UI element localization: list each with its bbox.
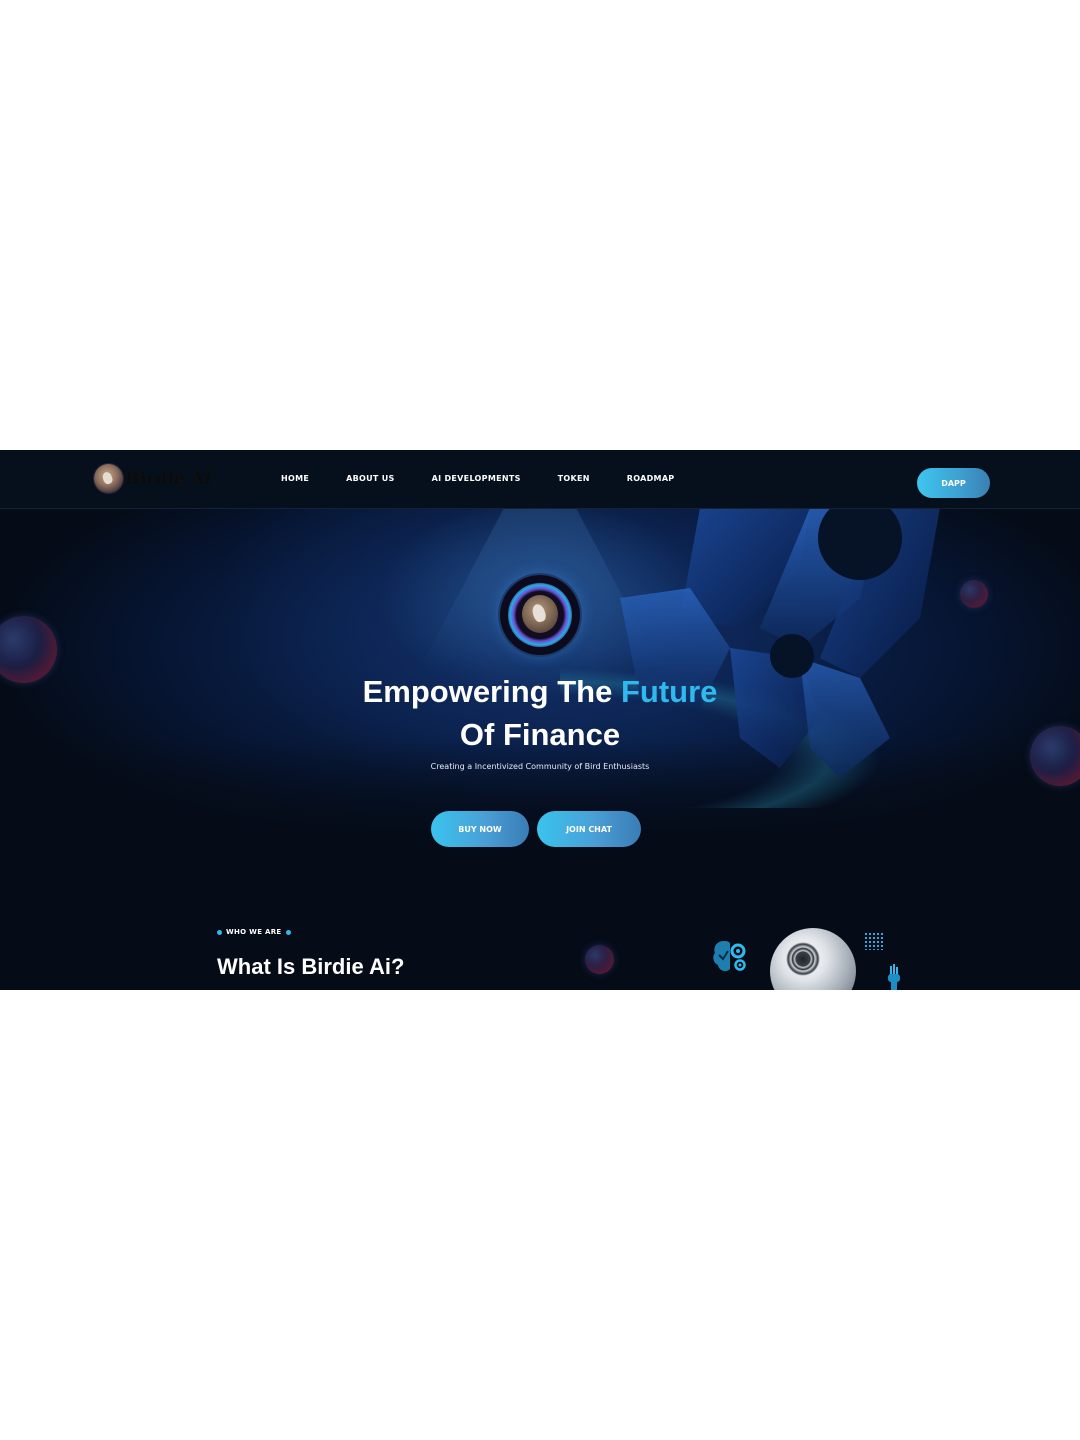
hero-title-part1: Empowering The <box>362 674 621 709</box>
dot-grid-icon <box>864 932 884 950</box>
hero-title-line2: Of Finance <box>459 717 621 752</box>
nav-item-about-us[interactable]: ABOUT US <box>346 474 395 483</box>
nav-item-home[interactable]: HOME <box>281 474 309 483</box>
brand-name: Birdie Ai <box>125 468 212 489</box>
nav-menu: HOME ABOUT US AI DEVELOPMENTS TOKEN ROAD… <box>281 474 674 483</box>
hero-title-accent: Future <box>620 674 718 709</box>
robot-lens <box>786 942 820 976</box>
eyebrow-label: WHO WE ARE <box>226 928 282 936</box>
robot-head-icon <box>770 928 856 990</box>
join-chat-button[interactable]: JOIN CHAT <box>537 811 641 847</box>
nav-item-roadmap[interactable]: ROADMAP <box>627 474 675 483</box>
website-frame: Birdie Ai HOME ABOUT US AI DEVELOPMENTS … <box>0 450 1080 990</box>
dapp-button[interactable]: DAPP <box>917 468 990 498</box>
hero-bird-badge-icon <box>500 575 580 655</box>
decor-sphere <box>585 945 614 974</box>
buy-now-button[interactable]: BUY NOW <box>431 811 529 847</box>
nav-item-token[interactable]: TOKEN <box>558 474 590 483</box>
about-title: What Is Birdie Ai? <box>217 954 405 979</box>
bullet-dot-icon <box>285 929 291 935</box>
hero-title: Empowering The Future Of Finance <box>0 670 1080 756</box>
section-eyebrow: WHO WE ARE <box>217 928 291 936</box>
brand-logo[interactable]: Birdie Ai <box>94 464 211 493</box>
brain-gear-icon <box>713 941 746 972</box>
nav-item-ai-developments[interactable]: AI DEVELOPMENTS <box>432 474 521 483</box>
hero-subtitle: Creating a Incentivized Community of Bir… <box>430 762 650 771</box>
top-navbar: Birdie Ai HOME ABOUT US AI DEVELOPMENTS … <box>0 450 1080 509</box>
bird-logo-icon <box>94 464 123 493</box>
bird-icon <box>522 595 558 633</box>
decor-sphere <box>960 580 988 608</box>
robot-hand-icon <box>888 964 900 990</box>
bullet-dot-icon <box>217 929 222 935</box>
